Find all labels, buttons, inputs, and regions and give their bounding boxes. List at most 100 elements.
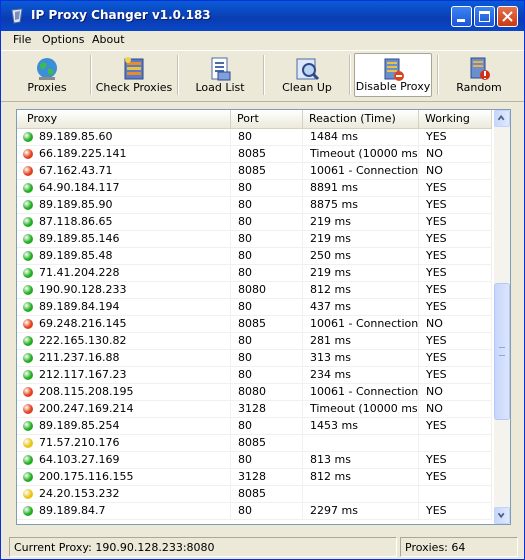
status-red-icon (23, 319, 33, 329)
table-row[interactable]: 190.90.128.233 8080 812 ms YES (17, 282, 492, 299)
proxy-cell: 67.162.43.71 (17, 163, 231, 179)
column-header-proxy[interactable]: Proxy (17, 110, 231, 128)
table-row[interactable]: 89.189.85.60 80 1484 ms YES (17, 129, 492, 146)
working-cell: NO (419, 384, 492, 400)
scroll-thumb[interactable] (494, 283, 510, 420)
random-button[interactable]: Random (441, 53, 517, 97)
reaction-cell: 234 ms (303, 367, 419, 383)
status-green-icon (23, 506, 33, 516)
table-row[interactable]: 208.115.208.195 8080 10061 - Connection...… (17, 384, 492, 401)
table-row[interactable]: 212.117.167.23 80 234 ms YES (17, 367, 492, 384)
proxy-address: 200.247.169.214 (39, 402, 134, 415)
table-row[interactable]: 89.189.85.254 80 1453 ms YES (17, 418, 492, 435)
disable-proxy-button[interactable]: Disable Proxy (354, 53, 432, 97)
port-cell: 80 (231, 503, 303, 519)
load-list-button[interactable]: Load List (182, 53, 258, 97)
load-list-label: Load List (195, 81, 245, 94)
table-row[interactable]: 89.189.85.48 80 250 ms YES (17, 248, 492, 265)
table-row[interactable]: 64.90.184.117 80 8891 ms YES (17, 180, 492, 197)
current-proxy-status: Current Proxy: 190.90.128.233:8080 (9, 537, 397, 557)
table-row[interactable]: 211.237.16.88 80 313 ms YES (17, 350, 492, 367)
status-yellow-icon (23, 438, 33, 448)
table-row[interactable]: 87.118.86.65 80 219 ms YES (17, 214, 492, 231)
toolbar-separator (90, 55, 92, 95)
reaction-cell: 812 ms (303, 469, 419, 485)
status-green-icon (23, 421, 33, 431)
working-cell (419, 486, 492, 502)
scroll-down-button[interactable] (494, 507, 510, 524)
disable-proxy-label: Disable Proxy (355, 80, 431, 93)
proxy-list[interactable]: Proxy Port Reaction (Time) Working 89.18… (16, 109, 511, 525)
port-cell: 80 (231, 350, 303, 366)
title-bar[interactable]: IP Proxy Changer v1.0.183 (1, 1, 524, 31)
proxies-button[interactable]: Proxies (9, 53, 85, 97)
table-row[interactable]: 89.189.85.90 80 8875 ms YES (17, 197, 492, 214)
toolbar-separator (263, 55, 265, 95)
column-header-port[interactable]: Port (231, 110, 303, 128)
reaction-cell: 8875 ms (303, 197, 419, 213)
working-cell: NO (419, 163, 492, 179)
menu-file[interactable]: File (13, 33, 31, 46)
status-red-icon (23, 404, 33, 414)
reaction-cell: 812 ms (303, 282, 419, 298)
menu-options[interactable]: Options (42, 33, 84, 46)
table-row[interactable]: 66.189.225.141 8085 Timeout (10000 ms) NO (17, 146, 492, 163)
port-cell: 80 (231, 129, 303, 145)
proxy-cell: 71.41.204.228 (17, 265, 231, 281)
reaction-cell: 1453 ms (303, 418, 419, 434)
proxy-cell: 212.117.167.23 (17, 367, 231, 383)
random-icon (470, 57, 490, 80)
table-row[interactable]: 89.189.84.7 80 2297 ms YES (17, 503, 492, 520)
scroll-up-button[interactable] (494, 110, 510, 127)
clean-up-button[interactable]: Clean Up (268, 53, 346, 97)
reaction-cell: 1484 ms (303, 129, 419, 145)
table-row[interactable]: 200.247.169.214 3128 Timeout (10000 ms) NO (17, 401, 492, 418)
reaction-cell: 250 ms (303, 248, 419, 264)
proxy-cell: 211.237.16.88 (17, 350, 231, 366)
maximize-button[interactable] (474, 6, 495, 27)
port-cell: 80 (231, 231, 303, 247)
proxy-cell: 87.118.86.65 (17, 214, 231, 230)
working-cell: YES (419, 265, 492, 281)
column-header-reaction[interactable]: Reaction (Time) (303, 110, 419, 128)
minimize-icon (457, 19, 465, 22)
proxy-address: 69.248.216.145 (39, 317, 127, 330)
table-row[interactable]: 71.57.210.176 8085 (17, 435, 492, 452)
port-cell: 3128 (231, 469, 303, 485)
menu-about[interactable]: About (92, 33, 125, 46)
proxy-address: 208.115.208.195 (39, 385, 134, 398)
table-row[interactable]: 89.189.84.194 80 437 ms YES (17, 299, 492, 316)
table-row[interactable]: 67.162.43.71 8085 10061 - Connection... NO (17, 163, 492, 180)
status-red-icon (23, 166, 33, 176)
proxy-address: 67.162.43.71 (39, 164, 113, 177)
table-row[interactable]: 64.103.27.169 80 813 ms YES (17, 452, 492, 469)
table-row[interactable]: 200.175.116.155 3128 812 ms YES (17, 469, 492, 486)
reaction-cell (303, 486, 419, 502)
status-green-icon (23, 200, 33, 210)
grip-icon (499, 347, 505, 356)
minimize-button[interactable] (451, 6, 472, 27)
status-bar: Current Proxy: 190.90.128.233:8080 Proxi… (1, 534, 524, 560)
proxies-count-status: Proxies: 64 (400, 537, 518, 557)
port-cell: 80 (231, 333, 303, 349)
table-row[interactable]: 24.20.153.232 8085 (17, 486, 492, 503)
reaction-cell: 219 ms (303, 231, 419, 247)
status-yellow-icon (23, 489, 33, 499)
table-row[interactable]: 222.165.130.82 80 281 ms YES (17, 333, 492, 350)
toolbar-separator (177, 55, 179, 95)
status-red-icon (23, 387, 33, 397)
proxy-address: 24.20.153.232 (39, 487, 120, 500)
proxy-cell: 200.247.169.214 (17, 401, 231, 417)
vertical-scrollbar[interactable] (494, 110, 510, 524)
proxy-cell: 64.103.27.169 (17, 452, 231, 468)
table-row[interactable]: 89.189.85.146 80 219 ms YES (17, 231, 492, 248)
proxy-cell: 89.189.85.146 (17, 231, 231, 247)
table-row[interactable]: 69.248.216.145 8085 10061 - Connection... N… (17, 316, 492, 333)
check-proxies-button[interactable]: Check Proxies (95, 53, 173, 97)
port-cell: 8080 (231, 384, 303, 400)
table-row[interactable]: 71.41.204.228 80 219 ms YES (17, 265, 492, 282)
reaction-cell: 10061 - Connection... (303, 163, 419, 179)
column-header-working[interactable]: Working (419, 110, 492, 128)
close-button[interactable] (497, 6, 518, 27)
working-cell: YES (419, 452, 492, 468)
